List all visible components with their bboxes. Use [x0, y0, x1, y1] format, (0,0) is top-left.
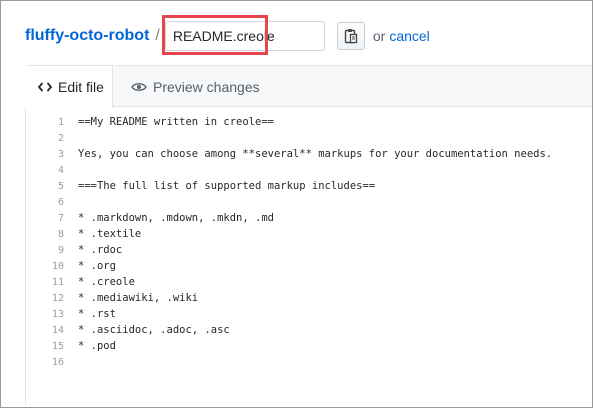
line-number: 10 [51, 260, 64, 272]
line-text: * .markdown, .mdown, .mkdn, .md [78, 212, 274, 224]
clipboard-icon [344, 29, 358, 44]
tab-edit-file-label: Edit file [58, 79, 104, 95]
path-separator: / [155, 27, 160, 44]
cancel-link[interactable]: cancel [389, 28, 429, 44]
line-number: 12 [51, 292, 64, 304]
code-line[interactable]: 2 [26, 130, 592, 146]
line-number: 3 [57, 148, 64, 160]
code-line[interactable]: 1 ==My README written in creole== [26, 114, 592, 130]
line-text: ===The full list of supported markup inc… [78, 180, 376, 192]
filename-field-wrap [161, 15, 325, 55]
eye-icon [131, 82, 147, 92]
line-number: 8 [57, 228, 64, 240]
file-path-row: fluffy-octo-robot / or cancel [25, 15, 585, 55]
code-line[interactable]: 15 * .pod [26, 338, 592, 354]
copy-path-button[interactable] [336, 22, 365, 50]
tab-edit-file[interactable]: Edit file [25, 66, 113, 108]
line-text: * .org [78, 260, 116, 272]
line-text: * .textile [78, 228, 142, 240]
code-line[interactable]: 7 * .markdown, .mdown, .mkdn, .md [26, 210, 592, 226]
editor-tabs: Edit file Preview changes [25, 66, 592, 108]
line-number: 13 [51, 308, 64, 320]
file-editor: Edit file Preview changes 1 ==My README w… [25, 65, 592, 405]
or-text: or [372, 28, 386, 44]
code-line[interactable]: 12 * .mediawiki, .wiki [26, 290, 592, 306]
code-line[interactable]: 5 ===The full list of supported markup in… [26, 178, 592, 194]
line-number: 15 [51, 340, 64, 352]
line-number: 6 [57, 196, 64, 208]
line-text: * .rst [78, 308, 116, 320]
code-line[interactable]: 6 [26, 194, 592, 210]
line-text: ==My README written in creole== [78, 116, 274, 128]
line-number: 9 [57, 244, 64, 256]
code-line[interactable]: 13 * .rst [26, 306, 592, 322]
line-text: * .pod [78, 340, 116, 352]
line-text: * .rdoc [78, 244, 123, 256]
line-number: 7 [57, 212, 64, 224]
code-line[interactable]: 4 [26, 162, 592, 178]
line-number: 14 [51, 324, 64, 336]
line-text: * .asciidoc, .adoc, .asc [78, 324, 230, 336]
screenshot-frame: fluffy-octo-robot / or cancel [0, 0, 593, 408]
line-text: Yes, you can choose among **several** ma… [78, 148, 553, 160]
code-icon [38, 82, 52, 92]
line-number: 4 [57, 164, 64, 176]
repo-name-link[interactable]: fluffy-octo-robot [25, 27, 149, 45]
tab-preview-changes-label: Preview changes [153, 78, 260, 95]
line-number: 11 [51, 276, 64, 288]
line-number: 5 [57, 180, 64, 192]
code-editor-area[interactable]: 1 ==My README written in creole== 2 3 Yes, y… [26, 114, 592, 370]
line-number: 2 [57, 132, 64, 144]
code-line[interactable]: 10 * .org [26, 258, 592, 274]
code-line[interactable]: 8 * .textile [26, 226, 592, 242]
code-line[interactable]: 3 Yes, you can choose among **several** m… [26, 146, 592, 162]
code-line[interactable]: 14 * .asciidoc, .adoc, .asc [26, 322, 592, 338]
code-line[interactable]: 16 [26, 354, 592, 370]
filename-input[interactable] [164, 21, 325, 51]
line-number: 1 [57, 116, 64, 128]
code-line[interactable]: 9 * .rdoc [26, 242, 592, 258]
line-text: * .creole [78, 276, 135, 288]
line-text: * .mediawiki, .wiki [78, 292, 199, 304]
tab-preview-changes[interactable]: Preview changes [131, 66, 260, 107]
code-line[interactable]: 11 * .creole [26, 274, 592, 290]
line-number: 16 [51, 356, 64, 368]
